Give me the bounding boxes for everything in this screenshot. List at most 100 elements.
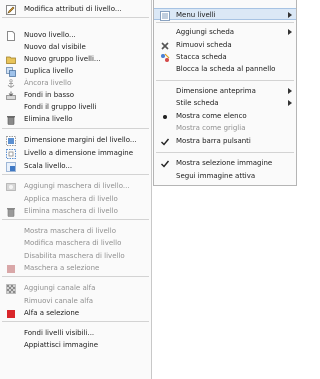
menu-item-label: Applica maschera di livello bbox=[24, 195, 118, 203]
menu-item-label: Mostra come griglia bbox=[176, 124, 246, 132]
menu-item-new-layer-group[interactable]: Nuovo gruppo livelli... bbox=[0, 53, 151, 65]
new-layer-icon bbox=[6, 31, 16, 41]
menu-item-label: Segui immagine attiva bbox=[176, 172, 256, 180]
menu-item-label: Modifica maschera di livello bbox=[24, 239, 122, 247]
menu-item-show-layer-mask[interactable]: Mostra maschera di livello bbox=[0, 225, 151, 237]
separator bbox=[2, 174, 149, 175]
menu-item-label: Aggiungi maschera di livello... bbox=[24, 182, 130, 190]
menu-item-new-from-visible[interactable]: Nuovo dal visibile bbox=[0, 41, 151, 53]
menu-item-detach-tab[interactable]: Stacca scheda bbox=[154, 51, 296, 63]
separator bbox=[2, 321, 149, 322]
menu-item-tab-style[interactable]: Stile scheda bbox=[154, 97, 296, 109]
menu-item-merge-down[interactable]: Fondi in basso bbox=[0, 89, 151, 101]
separator bbox=[2, 128, 149, 129]
submenu-arrow-icon bbox=[288, 12, 292, 18]
menu-item-merge-layer-group[interactable]: Fondi il gruppo livelli bbox=[0, 101, 151, 113]
trash-icon bbox=[6, 115, 16, 125]
add-mask-icon bbox=[6, 182, 16, 191]
menu-item-mask-to-selection[interactable]: Maschera a selezione bbox=[0, 262, 151, 274]
menu-item-scale-layer[interactable]: Scala livello... bbox=[0, 160, 151, 172]
menu-item-label: Disabilita maschera di livello bbox=[24, 252, 125, 260]
menu-item-show-image-selection[interactable]: Mostra selezione immagine bbox=[154, 157, 296, 169]
layer-to-image-icon bbox=[6, 149, 16, 159]
menu-item-label: Mostra come elenco bbox=[176, 112, 247, 120]
menu-item-label: Elimina livello bbox=[24, 115, 73, 123]
menu-item-apply-layer-mask[interactable]: Applica maschera di livello bbox=[0, 193, 151, 205]
menu-item-layer-boundary-size[interactable]: Dimensione margini del livello... bbox=[0, 134, 151, 146]
menu-item-duplicate-layer[interactable]: Duplica livello bbox=[0, 65, 151, 77]
menu-item-merge-visible-layers[interactable]: Fondi livelli visibili... bbox=[0, 327, 151, 339]
alpha-icon bbox=[6, 284, 16, 294]
menu-item-edit-layer-mask[interactable]: Modifica maschera di livello bbox=[0, 237, 151, 249]
scale-icon bbox=[6, 162, 16, 172]
menu-item-label: Scala livello... bbox=[24, 162, 73, 170]
edit-icon bbox=[6, 5, 16, 15]
separator bbox=[2, 219, 149, 220]
menu-item-label: Rimuovi scheda bbox=[176, 41, 232, 49]
menu-item-label: Àncora livello bbox=[24, 79, 72, 87]
menu-item-add-tab[interactable]: Aggiungi scheda bbox=[154, 26, 296, 38]
menu-item-label: Nuovo livello... bbox=[24, 31, 76, 39]
menu-item-alpha-to-selection[interactable]: Alfa a selezione bbox=[0, 307, 151, 319]
menu-item-add-layer-mask[interactable]: Aggiungi maschera di livello... bbox=[0, 180, 151, 192]
menu-item-label: Elimina maschera di livello bbox=[24, 207, 118, 215]
menu-item-flatten-image[interactable]: Appiattisci immagine bbox=[0, 339, 151, 351]
menu-item-delete-layer-mask[interactable]: Elimina maschera di livello bbox=[0, 205, 151, 217]
separator bbox=[2, 17, 149, 18]
menu-item-show-button-bar[interactable]: Mostra barra pulsanti bbox=[154, 135, 296, 147]
menu-item-label: Alfa a selezione bbox=[24, 309, 80, 317]
menu-item-edit-layer-attributes[interactable]: Modifica attributi di livello... bbox=[0, 3, 151, 15]
separator bbox=[156, 152, 294, 153]
submenu-arrow-icon bbox=[288, 100, 292, 106]
delete-mask-icon bbox=[6, 207, 16, 217]
menu-item-remove-tab[interactable]: Rimuovi scheda bbox=[154, 39, 296, 51]
menu-item-label: Fondi il gruppo livelli bbox=[24, 103, 97, 111]
menu-item-preview-size[interactable]: Dimensione anteprima bbox=[154, 85, 296, 97]
bullet-icon bbox=[160, 112, 170, 121]
folder-icon bbox=[6, 55, 16, 64]
menu-item-add-alpha-channel[interactable]: Aggiungi canale alfa bbox=[0, 282, 151, 294]
menu-item-disable-layer-mask[interactable]: Disabilita maschera di livello bbox=[0, 250, 151, 262]
menu-item-lock-tab[interactable]: Blocca la scheda al pannello bbox=[154, 63, 296, 75]
menu-item-layers-menu[interactable]: Menu livelli bbox=[154, 8, 296, 21]
menu-item-anchor-layer[interactable]: Àncora livello bbox=[0, 77, 151, 89]
menu-icon bbox=[160, 11, 170, 21]
menu-item-label: Mostra selezione immagine bbox=[176, 159, 273, 167]
close-x-icon bbox=[160, 41, 170, 50]
menu-item-label: Duplica livello bbox=[24, 67, 74, 75]
menu-item-label: Stile scheda bbox=[176, 99, 219, 107]
menu-item-label: Mostra barra pulsanti bbox=[176, 137, 251, 145]
menu-item-label: Rimuovi canale alfa bbox=[24, 297, 93, 305]
separator bbox=[2, 276, 149, 277]
menu-item-delete-layer[interactable]: Elimina livello bbox=[0, 113, 151, 125]
menu-item-label: Maschera a selezione bbox=[24, 264, 100, 272]
menu-item-view-as-list[interactable]: Mostra come elenco bbox=[154, 110, 296, 122]
menu-item-label: Blocca la scheda al pannello bbox=[176, 65, 276, 73]
menu-item-label: Livello a dimensione immagine bbox=[24, 149, 134, 157]
menu-item-label: Fondi in basso bbox=[24, 91, 75, 99]
separator bbox=[156, 80, 294, 81]
anchor-icon bbox=[6, 79, 16, 88]
menu-item-label: Nuovo gruppo livelli... bbox=[24, 55, 101, 63]
boundary-size-icon bbox=[6, 136, 16, 146]
menu-item-view-as-grid[interactable]: Mostra come griglia bbox=[154, 122, 296, 134]
menu-item-label: Mostra maschera di livello bbox=[24, 227, 116, 235]
mask-selection-icon bbox=[6, 264, 16, 273]
menu-item-layer-to-image-size[interactable]: Livello a dimensione immagine bbox=[0, 147, 151, 159]
check-icon bbox=[160, 137, 170, 146]
duplicate-icon bbox=[6, 67, 16, 77]
menu-item-label: Nuovo dal visibile bbox=[24, 43, 86, 51]
menu-item-remove-alpha-channel[interactable]: Rimuovi canale alfa bbox=[0, 295, 151, 307]
menu-item-auto-follow-active-image[interactable]: Segui immagine attiva bbox=[154, 170, 296, 182]
check-icon bbox=[160, 159, 170, 168]
menu-item-label: Appiattisci immagine bbox=[24, 341, 99, 349]
menu-item-label: Menu livelli bbox=[176, 11, 216, 19]
menu-item-label: Dimensione anteprima bbox=[176, 87, 256, 95]
menu-item-new-layer[interactable]: Nuovo livello... bbox=[0, 29, 151, 41]
submenu-arrow-icon bbox=[288, 88, 292, 94]
submenu-arrow-icon bbox=[288, 29, 292, 35]
detach-icon bbox=[160, 53, 170, 62]
layers-context-menu: Modifica attributi di livello... Nuovo l… bbox=[0, 0, 152, 379]
menu-item-label: Modifica attributi di livello... bbox=[24, 5, 122, 13]
menu-item-label: Stacca scheda bbox=[176, 53, 227, 61]
